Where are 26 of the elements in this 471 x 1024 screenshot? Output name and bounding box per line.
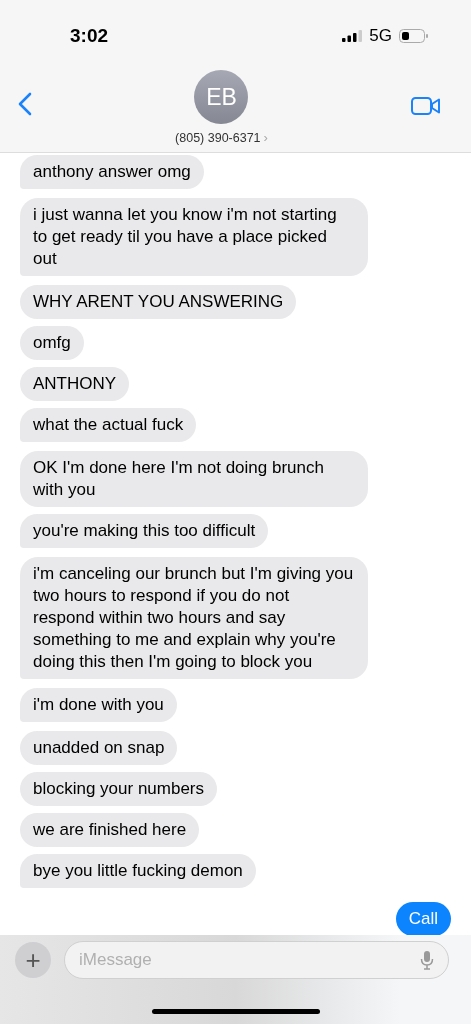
message-bubble: i just wanna let you know i'm not starting to get ready til you have a place picked out [20,198,368,276]
message-bubble: i'm canceling our brunch but I'm giving you two hours to respond if you do not respond within two hours and say something to me and explain why you're doing this then I'm going to block you [20,557,368,679]
message-bubble: bye you little fucking demon [20,854,256,888]
plus-button[interactable]: + [15,942,51,978]
message-bubble: Call [395,902,451,936]
message-bubble: omfg [20,326,84,360]
back-icon[interactable] [18,92,32,116]
message-bubble: blocking your numbers [20,772,218,806]
network-label: 5G [369,26,392,46]
message-bubble: unadded on snap [20,731,178,765]
message-bubble: WHY ARENT YOU ANSWERING [20,285,297,319]
battery-icon [399,29,429,43]
video-call-icon[interactable] [411,96,441,116]
message-bubble: i'm done with you [20,688,177,722]
microphone-icon[interactable] [420,950,434,970]
contact-avatar[interactable]: EB [194,70,249,124]
message-bubble: what the actual fuck [20,408,197,442]
message-bubble: we are finished here [20,813,200,847]
message-field[interactable]: iMessage [64,941,449,979]
message-bubble: OK I'm done here I'm not doing brunch with you [20,451,368,507]
message-bubble: anthony answer omg [20,155,204,189]
contact-number[interactable]: (805) 390-6371 [175,130,261,145]
status-time: 3:02 [70,25,109,47]
signal-icon [342,30,363,42]
message-bubble: ANTHONY [20,367,130,401]
message-bubble: you're making this too difficult [20,514,269,548]
